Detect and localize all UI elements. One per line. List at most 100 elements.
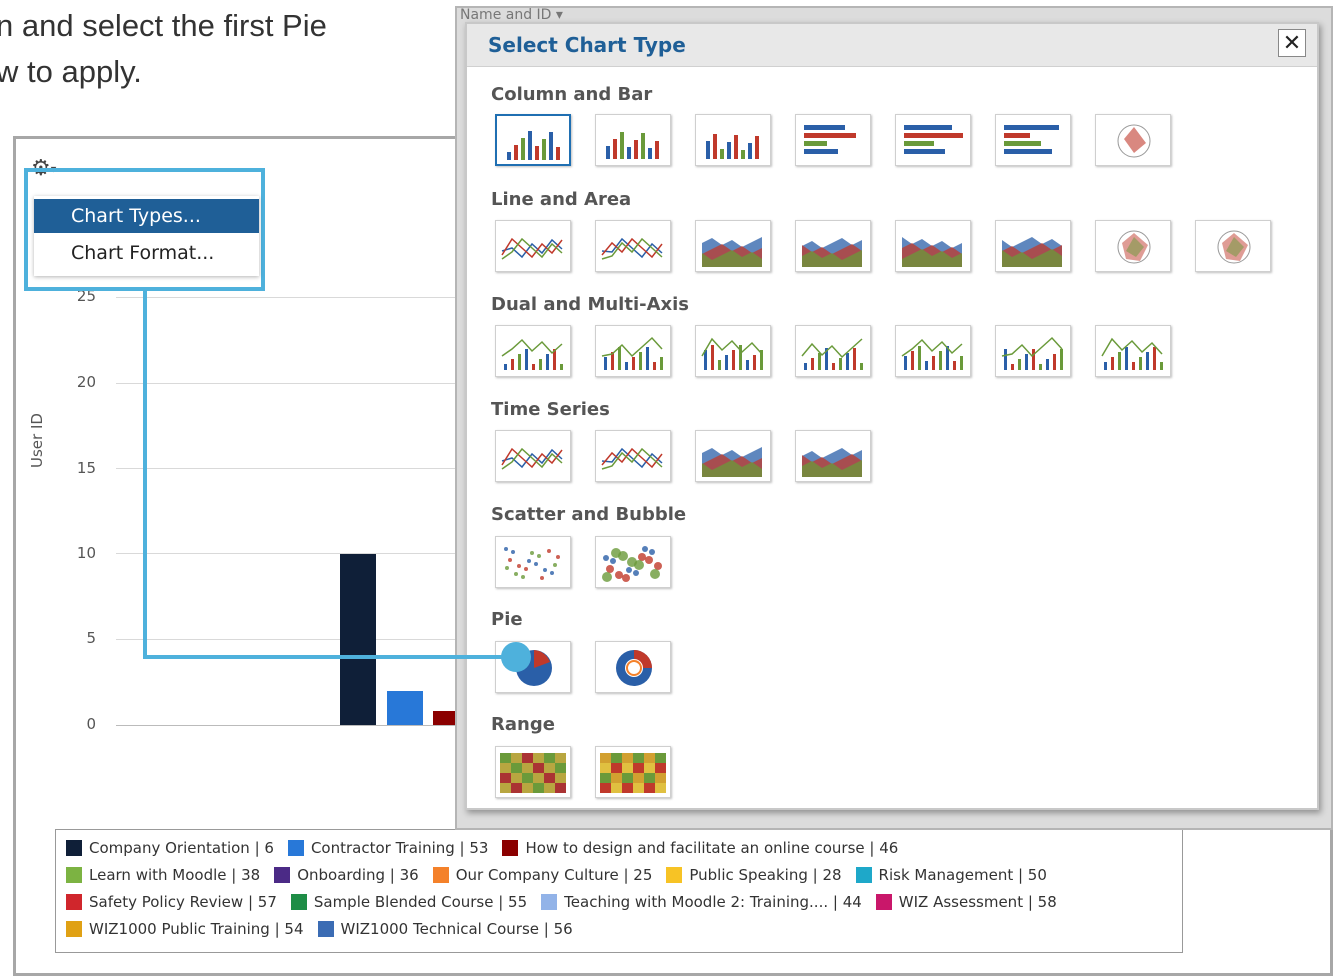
legend-row: Company Orientation | 6 Contractor Traini… [66,837,912,859]
chart-type-thumbnail[interactable] [495,325,571,377]
chart-type-icon [702,237,762,267]
chart-type-thumbnail[interactable] [695,220,771,272]
chart-type-thumbnail[interactable] [595,430,671,482]
chart-type-thumbnail[interactable] [695,114,771,166]
chart-type-thumbnail[interactable] [495,114,571,166]
legend-label: How to design and facilitate an online c… [525,839,899,857]
legend-item[interactable]: How to design and facilitate an online c… [502,839,898,857]
chart-type-thumbnail[interactable] [895,325,971,377]
background-tab-label: Name and ID [460,7,552,23]
legend-row: Learn with Moodle | 38 Onboarding | 36 Our… [66,864,1061,886]
legend-item[interactable]: Learn with Moodle | 38 [66,866,260,884]
chart-type-icon [804,125,856,154]
chart-type-icon [1101,337,1163,370]
chart-type-thumbnail[interactable] [495,430,571,482]
chart-type-thumbnail[interactable] [595,746,671,798]
legend-item[interactable]: Teaching with Moodle 2: Training.... | 4… [541,893,862,911]
section-title: Scatter and Bubble [491,504,687,525]
chart-type-icon [504,547,560,580]
section-title: Column and Bar [491,84,653,105]
callout-connector-vertical [143,289,147,659]
legend-label: WIZ1000 Technical Course | 56 [340,920,573,938]
chart-type-thumbnail[interactable] [995,325,1071,377]
menu-item-chart-types[interactable]: Chart Types... [34,199,259,233]
chart-type-icon [1117,230,1151,264]
chart-type-thumbnail[interactable] [1095,220,1171,272]
legend-item[interactable]: Company Orientation | 6 [66,839,274,857]
legend-label: WIZ Assessment | 58 [898,893,1057,911]
chart-type-icon [1001,336,1063,370]
chart-type-icon [601,336,663,370]
legend-label: Contractor Training | 53 [310,839,489,857]
legend-item[interactable]: WIZ1000 Technical Course | 56 [317,920,573,938]
legend-item[interactable]: Our Company Culture | 25 [432,866,652,884]
chart-type-thumbnail[interactable] [895,114,971,166]
legend-swatch [66,840,82,856]
legend-swatch [502,840,519,856]
chart-type-thumbnail[interactable] [1095,325,1171,377]
legend-swatch [855,867,872,883]
legend-label: Onboarding | 36 [297,866,419,884]
section-title: Range [491,714,555,735]
chart-type-icon [1217,230,1251,264]
chart-type-thumbnail[interactable] [795,220,871,272]
gear-dropdown-menu: Chart Types... Chart Format... [34,196,259,276]
chart-type-icon [616,650,652,686]
legend-item[interactable]: WIZ Assessment | 58 [875,893,1057,911]
legend-item[interactable]: Risk Management | 50 [855,866,1047,884]
chart-type-thumbnail[interactable] [795,430,871,482]
chart-type-icon [901,338,963,370]
chart-type-thumbnail[interactable] [895,220,971,272]
legend-label: WIZ1000 Public Training | 54 [89,920,304,938]
gear-menu-highlight: Chart Types... Chart Format... [24,168,265,291]
chart-type-icon [600,753,666,793]
chart-type-thumbnail[interactable] [995,114,1071,166]
legend-item[interactable]: Public Speaking | 28 [666,866,842,884]
chart-bar [387,690,423,725]
chart-type-icon [601,237,663,260]
chart-type-thumbnail[interactable] [595,325,671,377]
legend-item[interactable]: Onboarding | 36 [274,866,419,884]
chart-bar [340,553,376,725]
y-tick-label: 10 [76,544,96,562]
legend-row: WIZ1000 Public Training | 54 WIZ1000 Tech… [66,918,587,940]
close-icon[interactable]: ✕ [1278,29,1306,57]
chart-type-icon [1117,124,1151,158]
legend-swatch [287,840,304,856]
section-title: Line and Area [491,189,632,210]
legend-item[interactable]: Contractor Training | 53 [287,839,489,857]
chart-type-thumbnail[interactable] [595,641,671,693]
chart-type-thumbnail[interactable] [1095,114,1171,166]
legend-label: Teaching with Moodle 2: Training.... | 4… [564,893,862,911]
chart-type-thumbnail[interactable] [595,220,671,272]
section-title: Time Series [491,399,610,420]
chart-type-thumbnail[interactable] [995,220,1071,272]
chart-type-icon [802,448,862,477]
chart-type-thumbnail[interactable] [795,114,871,166]
chart-type-thumbnail[interactable] [595,536,671,588]
chart-type-thumbnail[interactable] [695,325,771,377]
chart-type-icon [501,447,563,470]
chart-bar [433,711,455,725]
chart-type-icon [904,125,963,154]
chart-type-thumbnail[interactable] [695,430,771,482]
chart-type-thumbnail[interactable] [495,220,571,272]
chart-type-icon [602,546,662,582]
legend-swatch [317,921,334,937]
chart-type-thumbnail[interactable] [795,325,871,377]
chart-type-thumbnail[interactable] [495,536,571,588]
legend-swatch [432,867,449,883]
legend-label: Learn with Moodle | 38 [89,866,261,884]
menu-item-chart-format[interactable]: Chart Format... [34,236,259,270]
chart-type-icon [1002,237,1062,267]
legend-item[interactable]: Sample Blended Course | 55 [290,893,527,911]
instruction-line-1: n and select the first Pie [0,8,327,43]
chart-type-thumbnail[interactable] [495,746,571,798]
chart-type-icon [507,131,560,160]
chart-type-thumbnail[interactable] [595,114,671,166]
legend-swatch [66,867,82,883]
legend-item[interactable]: Safety Policy Review | 57 [66,893,277,911]
legend-item[interactable]: WIZ1000 Public Training | 54 [66,920,304,938]
y-axis-label: User ID [28,413,46,468]
chart-type-thumbnail[interactable] [1195,220,1271,272]
